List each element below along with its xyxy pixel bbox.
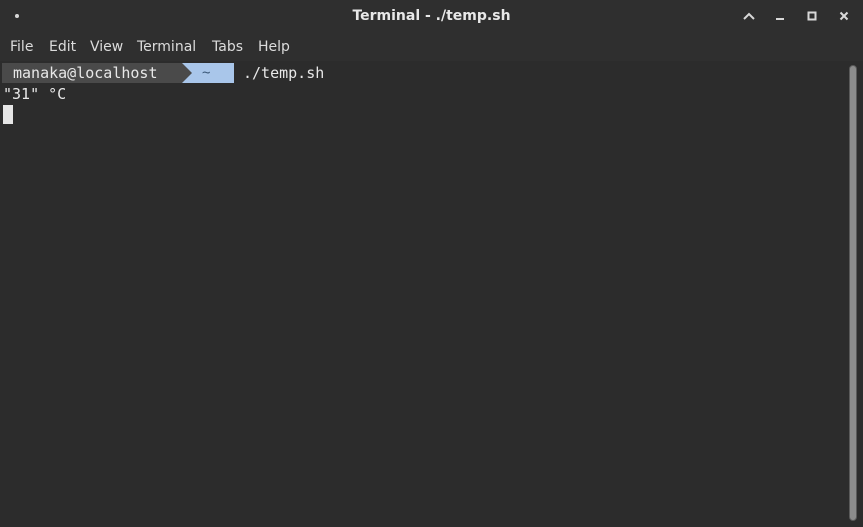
minimize-button[interactable] — [768, 4, 792, 28]
command-output: "31" °C — [3, 85, 67, 103]
maximize-button[interactable] — [800, 4, 824, 28]
menu-bar: File Edit View Terminal Tabs Help — [0, 33, 863, 61]
maximize-icon — [807, 11, 817, 21]
chevron-up-icon — [743, 12, 755, 20]
command-text: ./temp.sh — [243, 64, 325, 82]
menu-file[interactable]: File — [10, 33, 33, 61]
prompt-user-host: manaka@localhost — [2, 63, 182, 83]
minimize-icon — [776, 18, 784, 20]
window-title: Terminal - ./temp.sh — [352, 8, 511, 24]
menu-terminal[interactable]: Terminal — [137, 33, 196, 61]
close-button[interactable] — [832, 4, 856, 28]
prompt-directory-segment: ~ — [182, 63, 234, 83]
scrollbar-track[interactable] — [845, 61, 863, 527]
menu-view[interactable]: View — [90, 33, 123, 61]
title-bar[interactable]: Terminal - ./temp.sh — [0, 0, 863, 33]
menu-help[interactable]: Help — [258, 33, 290, 61]
menu-tabs[interactable]: Tabs — [212, 33, 243, 61]
shade-button[interactable] — [737, 4, 761, 28]
menu-edit[interactable]: Edit — [49, 33, 76, 61]
text-cursor — [3, 105, 13, 124]
prompt-directory: ~ — [202, 65, 211, 81]
close-icon — [839, 11, 849, 21]
terminal-output-area[interactable]: manaka@localhost ~ ./temp.sh "31" °C — [0, 61, 845, 527]
scrollbar-thumb[interactable] — [849, 65, 857, 521]
terminal-window: Terminal - ./temp.sh File Edit View Term… — [0, 0, 863, 527]
